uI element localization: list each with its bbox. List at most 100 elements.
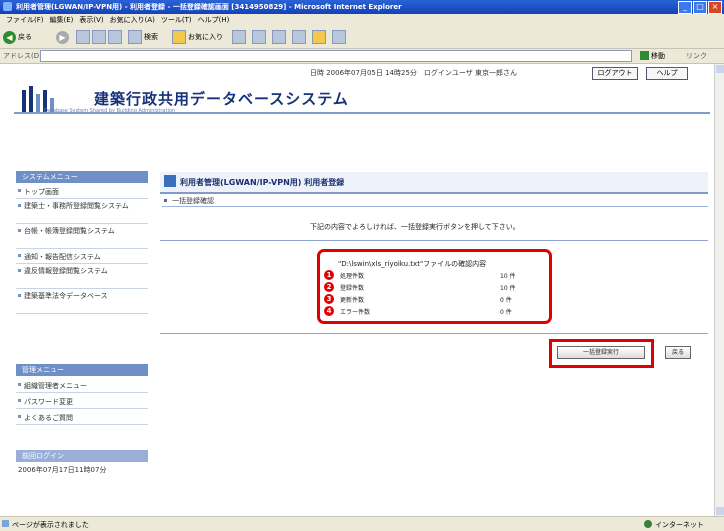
ie-icon [3, 2, 12, 11]
window-controls: _ □ × [678, 1, 722, 14]
close-button[interactable]: × [708, 1, 722, 14]
login-info: 日時 2006年07月05日 14時25分 ログインユーザ 東京一郎さん [310, 69, 517, 77]
star-icon [172, 30, 186, 44]
back-button[interactable]: ◀ 戻る [3, 30, 32, 44]
header-divider [14, 112, 710, 114]
sidebar-item-org-admin[interactable]: 組織管理者メニュー [16, 379, 148, 393]
bullet-icon [18, 383, 21, 386]
sidebar-item-architect[interactable]: 建築士・事務所登録閲覧システム [16, 200, 148, 224]
menu-view[interactable]: 表示(V) [79, 14, 103, 26]
admin-menu: 管理メニュー [16, 364, 148, 376]
back-arrow-icon: ◀ [3, 30, 16, 44]
scroll-down-icon[interactable] [716, 507, 724, 515]
system-title: 建築行政共用データベースシステム [94, 90, 349, 108]
admin-menu-heading: 管理メニュー [16, 364, 148, 376]
forward-button[interactable]: ▶ [56, 30, 69, 44]
row-updated: 3 更新件数 0 件 [324, 294, 544, 304]
bullet-icon [18, 189, 21, 192]
divider-bottom [160, 333, 708, 334]
scroll-up-icon[interactable] [716, 65, 724, 73]
last-login-value: 2006年07月17日11時07分 [18, 466, 107, 474]
sidebar-item-violation[interactable]: 違反情報登録閲覧システム [16, 265, 148, 289]
refresh-icon [92, 30, 106, 44]
sidebar-item-ledger[interactable]: 台帳・帳簿登録閲覧システム [16, 225, 148, 249]
menu-tools[interactable]: ツール(T) [161, 14, 192, 26]
print-icon [272, 30, 286, 44]
menu-file[interactable]: ファイル(F) [6, 14, 44, 26]
instruction-text: 下記の内容でよろしければ、一括登録実行ボタンを押して下さい。 [310, 223, 520, 231]
search-icon [128, 30, 142, 44]
window-title: 利用者管理(LGWAN/IP-VPN用) - 利用者登録 - 一括登録確認画面 … [16, 3, 402, 11]
bulk-register-execute-button[interactable]: 一括登録実行 [557, 346, 645, 359]
go-button[interactable]: 移動 [640, 50, 670, 61]
menu-favorites[interactable]: お気に入り(A) [110, 14, 155, 26]
number-badge: 1 [324, 270, 334, 280]
stop-button[interactable] [76, 30, 90, 44]
sidebar-item-law-db[interactable]: 建築基準法令データベース [16, 290, 148, 314]
status-bar: ページが表示されました インターネット [0, 516, 724, 531]
sidebar-item-top[interactable]: トップ画面 [16, 185, 148, 199]
status-text: ページが表示されました [12, 521, 89, 529]
bullet-icon [18, 294, 21, 297]
edit-button[interactable] [292, 30, 306, 44]
maximize-button[interactable]: □ [693, 1, 707, 14]
sidebar-item-notification[interactable]: 通知・報告配信システム [16, 250, 148, 264]
menu-help[interactable]: ヘルプ(H) [198, 14, 230, 26]
bullet-icon [18, 254, 21, 257]
go-arrow-icon [640, 51, 649, 60]
address-bar: アドレス(D) 移動 リンク [0, 49, 724, 64]
number-badge: 2 [324, 282, 334, 292]
page-icon [2, 520, 9, 527]
last-login: 前回ログイン 2006年07月17日11時07分 [16, 450, 148, 478]
bullet-icon [18, 399, 21, 402]
confirmation-title: "D:\lswin\xls_riyoiku.txt"ファイルの確認内容 [338, 260, 487, 268]
section-title: 一括登録確認 [172, 197, 214, 205]
home-icon [108, 30, 122, 44]
menu-edit[interactable]: 編集(E) [50, 14, 74, 26]
refresh-button[interactable] [92, 30, 106, 44]
system-menu-heading: システムメニュー [16, 171, 148, 183]
minimize-button[interactable]: _ [678, 1, 692, 14]
row-processed: 1 処理件数 10 件 [324, 270, 544, 280]
row-registered: 2 登録件数 10 件 [324, 282, 544, 292]
user-admin-icon [164, 175, 176, 187]
window-titlebar: 利用者管理(LGWAN/IP-VPN用) - 利用者登録 - 一括登録確認画面 … [0, 0, 724, 14]
bullet-icon [18, 269, 21, 272]
forward-arrow-icon: ▶ [56, 30, 69, 44]
address-label: アドレス(D) [3, 52, 42, 60]
bullet-icon [164, 199, 167, 202]
toolbar: ◀ 戻る ▶ 検索 お気に入り [0, 26, 724, 49]
bullet-icon [18, 229, 21, 232]
messenger-icon [332, 30, 346, 44]
logout-button[interactable]: ログアウト [592, 67, 638, 80]
mail-button[interactable] [252, 30, 266, 44]
page-title: 利用者管理(LGWAN/IP-VPN用) 利用者登録 [180, 178, 345, 187]
divider-top [160, 240, 708, 241]
stop-icon [76, 30, 90, 44]
bullet-icon [18, 204, 21, 207]
zone-text: インターネット [655, 521, 704, 529]
vertical-scrollbar[interactable] [714, 64, 724, 516]
address-input[interactable] [40, 50, 632, 62]
favorites-button[interactable]: お気に入り [172, 30, 223, 44]
back-button-page[interactable]: 戻る [665, 346, 691, 359]
edit-icon [292, 30, 306, 44]
main-heading: 利用者管理(LGWAN/IP-VPN用) 利用者登録 [160, 172, 708, 194]
help-button[interactable]: ヘルプ [646, 67, 688, 80]
number-badge: 3 [324, 294, 334, 304]
history-icon [232, 30, 246, 44]
bullet-icon [18, 415, 21, 418]
history-button[interactable] [232, 30, 246, 44]
globe-icon [644, 520, 652, 528]
last-login-heading: 前回ログイン [16, 450, 148, 462]
search-button[interactable]: 検索 [128, 30, 158, 44]
messenger-button[interactable] [332, 30, 346, 44]
print-button[interactable] [272, 30, 286, 44]
links-label[interactable]: リンク [686, 51, 707, 61]
confirmation-box: "D:\lswin\xls_riyoiku.txt"ファイルの確認内容 1 処理… [317, 249, 552, 324]
home-button[interactable] [108, 30, 122, 44]
folder-button[interactable] [312, 30, 326, 44]
number-badge: 4 [324, 306, 334, 316]
sidebar-item-password[interactable]: パスワード変更 [16, 395, 148, 409]
sidebar-item-faq[interactable]: よくあるご質問 [16, 411, 148, 425]
